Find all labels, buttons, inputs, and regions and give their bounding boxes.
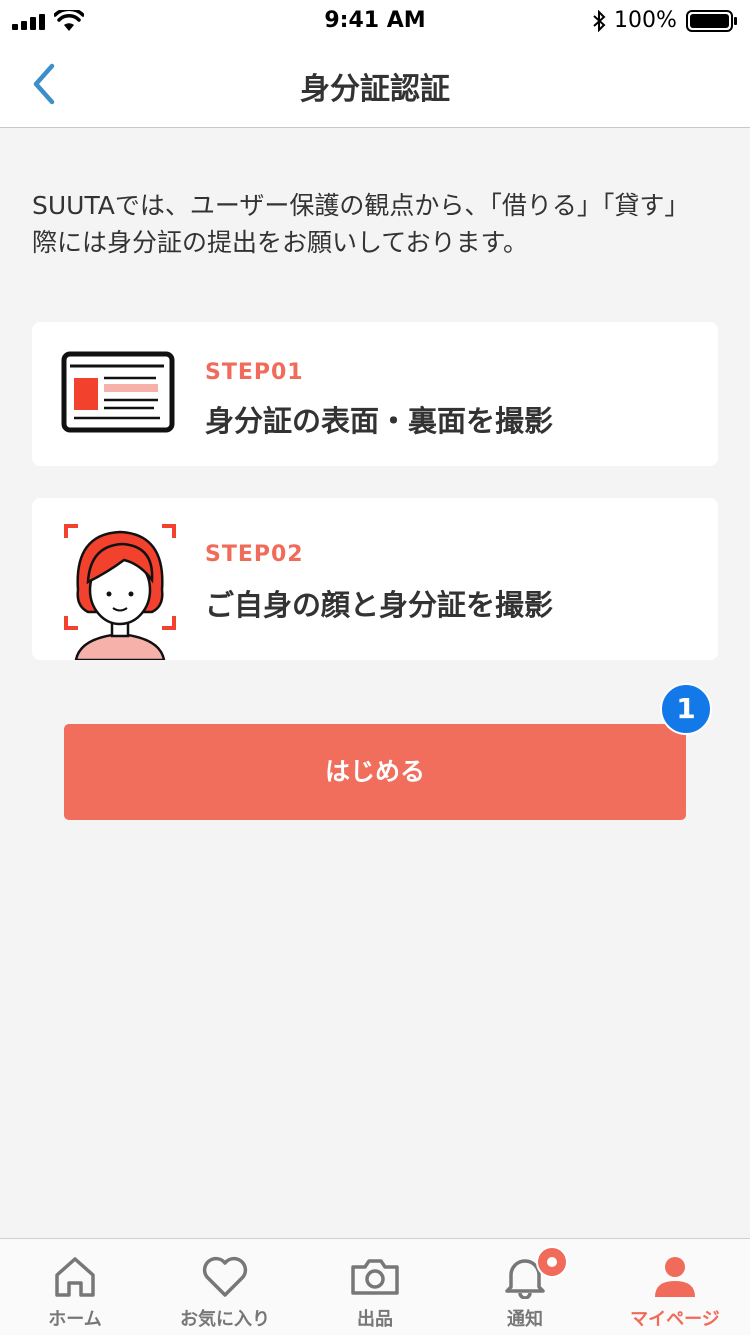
step-card-2: STEP02 ご自身の顔と身分証を撮影 bbox=[32, 498, 718, 660]
step-card-1: STEP01 身分証の表面・裏面を撮影 bbox=[32, 322, 718, 466]
start-button[interactable]: はじめる bbox=[64, 724, 686, 820]
step-title: ご自身の顔と身分証を撮影 bbox=[205, 588, 554, 622]
tab-favorites[interactable]: お気に入り bbox=[150, 1239, 300, 1335]
intro-text: SUUTAでは、ユーザー保護の観点から、「借りる」「貸す」際には身分証の提出をお… bbox=[32, 191, 690, 257]
step-label: STEP02 bbox=[205, 542, 304, 567]
tab-label-notifications: 通知 bbox=[507, 1309, 543, 1330]
user-icon bbox=[655, 1257, 695, 1297]
face-selfie-illustration-icon bbox=[64, 524, 176, 660]
step-count-badge: 1 bbox=[660, 683, 712, 735]
step-label: STEP01 bbox=[205, 360, 304, 385]
bluetooth-icon bbox=[593, 10, 606, 32]
page-title: 身分証認証 bbox=[300, 72, 450, 107]
tab-sell[interactable]: 出品 bbox=[300, 1239, 450, 1335]
heart-icon bbox=[202, 1256, 248, 1297]
tab-notifications[interactable]: 通知 bbox=[450, 1239, 600, 1335]
id-card-illustration-icon bbox=[61, 351, 175, 433]
step-title: 身分証の表面・裏面を撮影 bbox=[205, 404, 554, 438]
tab-bar: ホーム お気に入り 出品 通知 マイページ bbox=[0, 1238, 750, 1335]
camera-icon bbox=[351, 1259, 399, 1295]
tab-label-favorites: お気に入り bbox=[180, 1309, 270, 1330]
home-icon bbox=[55, 1257, 95, 1297]
navigation-bar: 身分証認証 bbox=[0, 40, 750, 128]
notification-dot-badge bbox=[536, 1246, 568, 1278]
tab-label-sell: 出品 bbox=[357, 1309, 393, 1330]
tab-label-mypage: マイページ bbox=[630, 1309, 720, 1330]
tab-label-home: ホーム bbox=[48, 1309, 102, 1330]
tab-home[interactable]: ホーム bbox=[0, 1239, 150, 1335]
status-bar: 9:41 AM 100% bbox=[0, 0, 750, 40]
battery-icon bbox=[686, 10, 737, 32]
tab-mypage[interactable]: マイページ bbox=[600, 1239, 750, 1335]
battery-percentage: 100% bbox=[614, 8, 677, 33]
